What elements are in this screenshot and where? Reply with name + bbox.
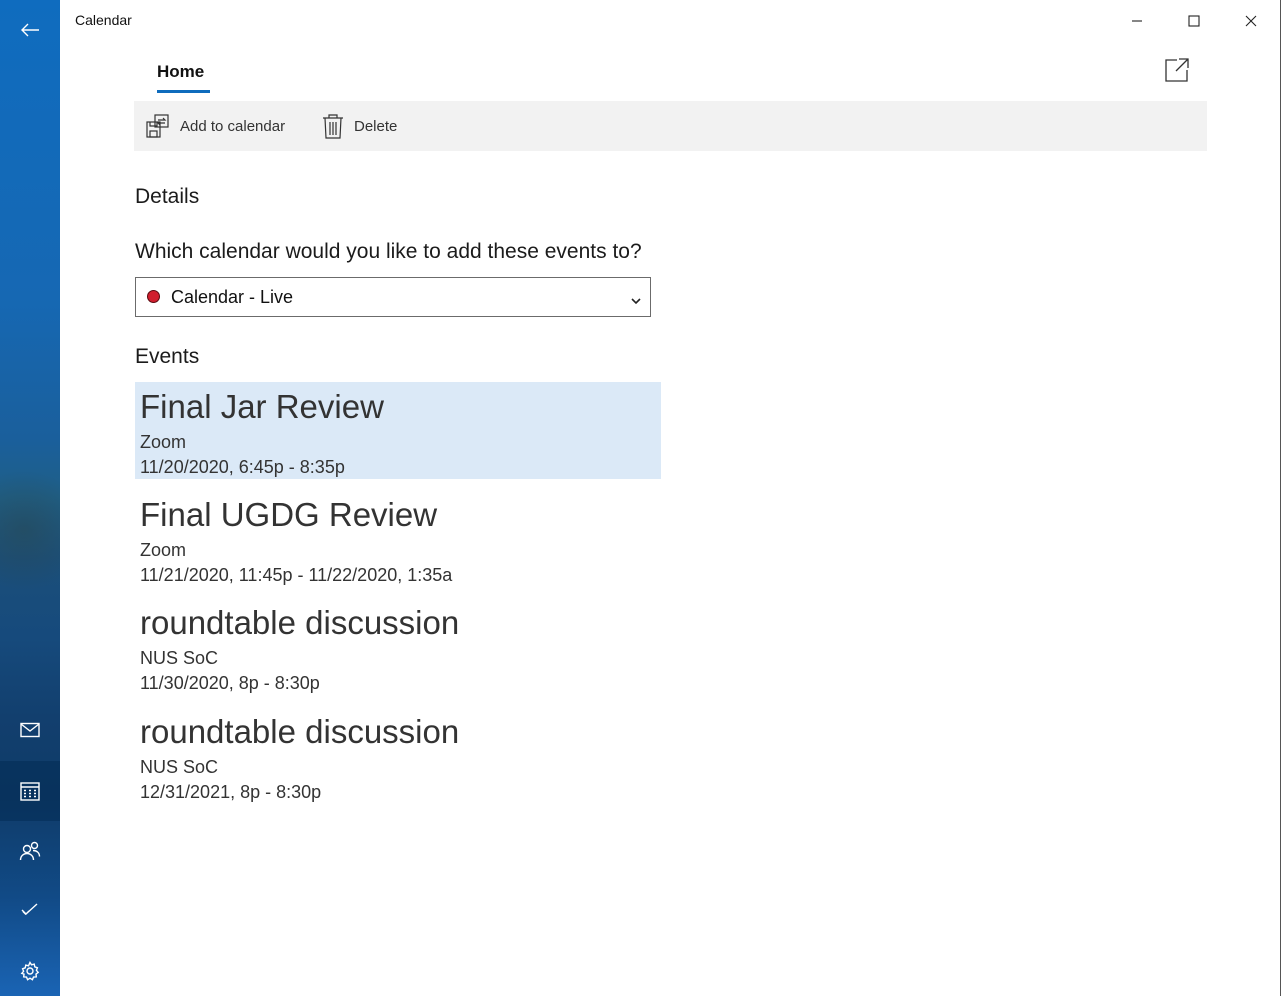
calendar-select-value: Calendar - Live <box>171 287 294 307</box>
nav-todo-button[interactable] <box>0 880 60 940</box>
tab-home[interactable]: Home <box>157 62 204 82</box>
maximize-icon <box>1187 15 1200 27</box>
title-bar: Calendar <box>60 0 1281 42</box>
event-location: Zoom <box>140 432 187 452</box>
nav-mail-button[interactable] <box>0 700 60 760</box>
event-location: Zoom <box>140 540 187 560</box>
close-icon <box>1245 15 1256 27</box>
nav-calendar-button[interactable] <box>0 761 60 821</box>
people-icon <box>19 841 41 861</box>
back-button[interactable] <box>0 0 60 60</box>
trash-icon <box>323 114 343 139</box>
event-time: 11/30/2020, 8p - 8:30p <box>140 673 320 693</box>
popout-icon <box>1165 58 1189 82</box>
event-item[interactable]: Final UGDG Review Zoom 11/21/2020, 11:45… <box>135 490 661 587</box>
calendar-select[interactable]: Calendar - Live <box>135 277 651 317</box>
calendar-icon <box>20 782 40 801</box>
rail-background-image <box>0 470 60 590</box>
event-time: 11/20/2020, 6:45p - 8:35p <box>140 457 345 477</box>
event-title: roundtable discussion <box>140 713 460 750</box>
event-item[interactable]: Final Jar Review Zoom 11/20/2020, 6:45p … <box>135 382 661 479</box>
open-in-new-window-button[interactable] <box>1163 56 1193 86</box>
minimize-icon <box>1131 20 1142 22</box>
arrow-left-icon <box>21 23 39 37</box>
save-to-calendar-icon <box>146 114 169 138</box>
envelope-icon <box>20 722 40 738</box>
gear-icon <box>20 961 40 981</box>
events-heading: Events <box>135 345 200 368</box>
event-time: 12/31/2021, 8p - 8:30p <box>140 782 322 802</box>
app-title: Calendar <box>75 12 132 28</box>
event-title: Final UGDG Review <box>140 496 438 533</box>
chevron-down-icon <box>630 291 642 310</box>
event-time: 11/21/2020, 11:45p - 11/22/2020, 1:35a <box>140 565 453 585</box>
add-to-calendar-button[interactable]: Add to calendar <box>146 101 285 151</box>
tab-selected-indicator <box>157 90 210 93</box>
nav-people-button[interactable] <box>0 821 60 881</box>
maximize-button[interactable] <box>1165 0 1222 42</box>
checkmark-icon <box>21 903 38 915</box>
event-location: NUS SoC <box>140 757 219 777</box>
command-bar: Add to calendar Delete <box>134 101 1207 151</box>
event-location: NUS SoC <box>140 648 219 668</box>
minimize-button[interactable] <box>1108 0 1165 42</box>
event-title: roundtable discussion <box>140 604 460 641</box>
calendar-question: Which calendar would you like to add the… <box>135 240 642 263</box>
delete-label: Delete <box>354 117 398 135</box>
nav-settings-button[interactable] <box>0 941 60 996</box>
navigation-rail <box>0 0 60 996</box>
calendar-color-dot <box>147 290 160 303</box>
event-title: Final Jar Review <box>140 388 384 425</box>
details-heading: Details <box>135 185 200 208</box>
add-to-calendar-label: Add to calendar <box>180 117 286 135</box>
event-item[interactable]: roundtable discussion NUS SoC 12/31/2021… <box>135 707 661 804</box>
event-item[interactable]: roundtable discussion NUS SoC 11/30/2020… <box>135 598 661 695</box>
close-button[interactable] <box>1222 0 1279 42</box>
delete-button[interactable]: Delete <box>322 101 397 151</box>
